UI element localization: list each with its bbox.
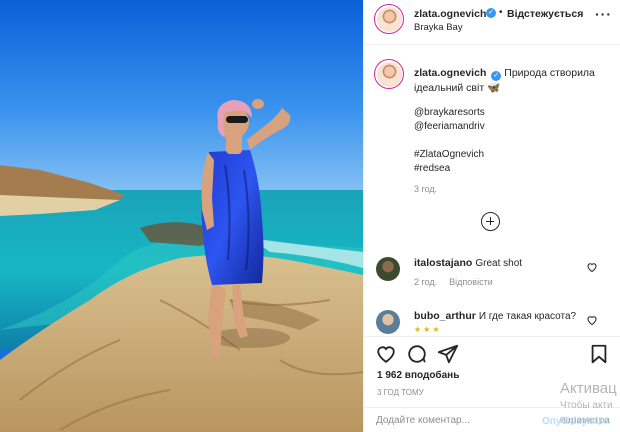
post-photo[interactable]	[0, 0, 363, 432]
comment-emoji: ★★★	[414, 325, 442, 334]
hashtag-redsea[interactable]: #redsea	[414, 162, 604, 176]
reply-button[interactable]: Відповісти	[449, 277, 493, 287]
beach-scene-illustration	[0, 0, 363, 432]
commenter-avatar[interactable]	[376, 257, 400, 281]
bookmark-icon[interactable]	[588, 343, 610, 365]
comment-input[interactable]	[376, 415, 546, 426]
instagram-post: zlata.ognevich ✓ • Відстежується Brayka …	[0, 0, 620, 432]
comment-item: italostajano Great shot 2 год. Відповісти	[364, 257, 620, 307]
commenter-username[interactable]: italostajano	[414, 257, 472, 269]
post-header: zlata.ognevich ✓ • Відстежується Brayka …	[364, 0, 620, 45]
publish-button[interactable]: Опублікувати	[542, 416, 610, 427]
author-avatar[interactable]	[374, 4, 404, 34]
comment-meta: 2 год. Відповісти	[414, 277, 505, 287]
comment-item: bubo_arthur И где такая красота? ★★★	[364, 310, 620, 336]
comment-body: Great shot	[475, 258, 523, 269]
caption-time: 3 год.	[414, 184, 438, 194]
add-comment-bar: Опублікувати	[364, 407, 620, 432]
comment-text: bubo_arthur И где такая красота?	[414, 310, 576, 322]
caption-text: zlata.ognevich ✓ Природа створила ідеальн…	[414, 66, 614, 95]
plus-circle-icon[interactable]	[481, 212, 500, 231]
mention-feeriamandriv[interactable]: @feeriamandriv	[414, 120, 604, 134]
post-actions: 1 962 вподобань 3 год тому Опублікувати	[364, 336, 620, 432]
comment-body: И где такая красота?	[478, 311, 577, 322]
author-username[interactable]: zlata.ognevich	[414, 8, 486, 20]
comment-icon[interactable]	[406, 343, 428, 365]
verified-icon: ✓	[491, 71, 502, 81]
commenter-username[interactable]: bubo_arthur	[414, 310, 476, 322]
more-icon[interactable]: ···	[595, 6, 612, 22]
likes-count[interactable]: 1 962 вподобань	[377, 370, 459, 381]
heart-icon[interactable]	[375, 343, 397, 365]
comment-text: italostajano Great shot	[414, 257, 522, 269]
caption-avatar[interactable]	[374, 59, 404, 89]
share-icon[interactable]	[437, 343, 459, 365]
mention-braykaresorts[interactable]: @braykaresorts	[414, 106, 604, 120]
heart-icon[interactable]	[586, 261, 598, 273]
post-location[interactable]: Brayka Bay	[414, 22, 463, 33]
post-sidebar: zlata.ognevich ✓ • Відстежується Brayka …	[363, 0, 620, 432]
verified-icon: ✓	[486, 8, 496, 18]
post-age: 3 год тому	[377, 388, 424, 397]
following-button[interactable]: Відстежується	[507, 8, 583, 20]
commenter-avatar[interactable]	[376, 310, 400, 334]
comments-section[interactable]: zlata.ognevich ✓ Природа створила ідеальн…	[364, 46, 620, 336]
comment-time: 2 год.	[414, 277, 438, 287]
caption-username[interactable]: zlata.ognevich	[414, 67, 486, 79]
hashtag-zlataognevich[interactable]: #ZlataOgnevich	[414, 148, 604, 162]
heart-icon[interactable]	[586, 314, 598, 326]
separator-dot: •	[499, 7, 503, 18]
